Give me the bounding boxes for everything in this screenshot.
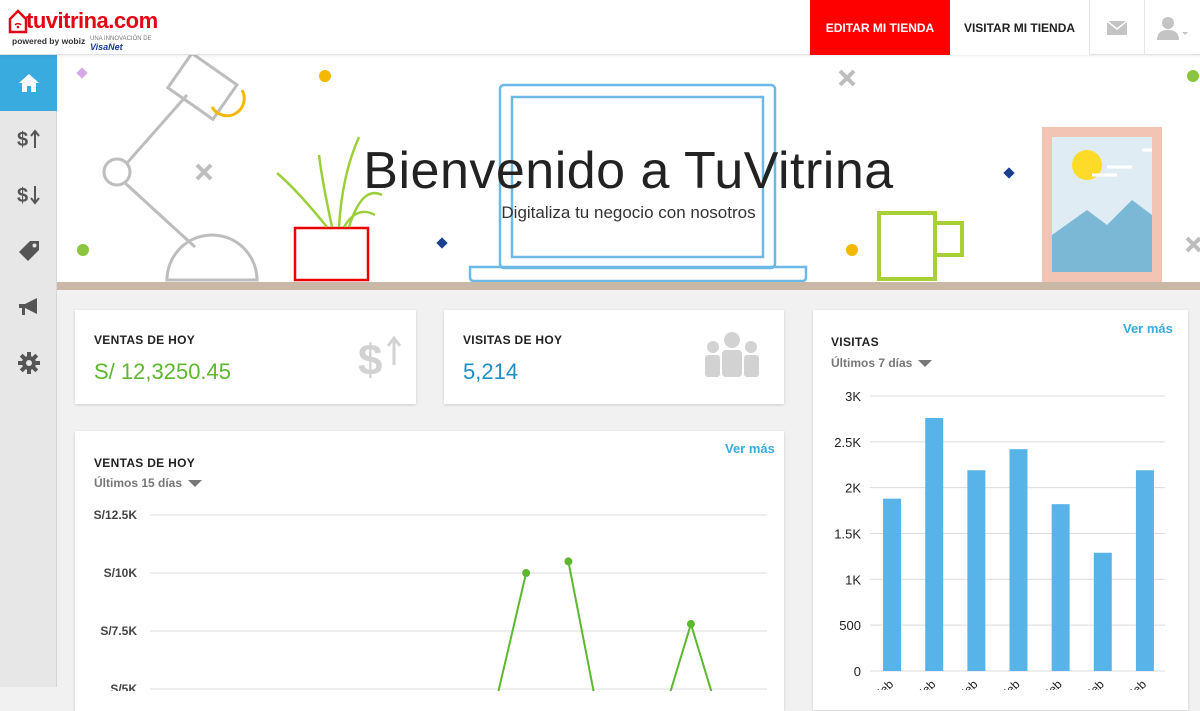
- visits-today-value: 5,214: [463, 359, 519, 384]
- y-tick-label: S/7.5K: [100, 624, 137, 638]
- people-icon: [705, 332, 759, 377]
- y-tick-label: 2K: [845, 481, 861, 496]
- gear-icon: [17, 352, 40, 374]
- data-point: [564, 557, 573, 566]
- y-tick-label: 2.5K: [834, 435, 861, 450]
- visits-today-title: VISITAS DE HOY: [463, 333, 563, 347]
- x-tick-label: Feb: [1125, 677, 1150, 690]
- x-tick-label: Feb: [872, 677, 897, 690]
- dollar-up-icon: $: [358, 335, 402, 381]
- top-bar: tuvitrina.com powered by wobiz UNA INNOV…: [0, 0, 1200, 55]
- mail-button[interactable]: [1090, 0, 1145, 55]
- sidebar-item-home[interactable]: [0, 55, 57, 111]
- sidebar-item-expenses[interactable]: $: [0, 167, 57, 223]
- sidebar-item-marketing[interactable]: [0, 279, 57, 335]
- user-icon: [1156, 16, 1188, 40]
- logo-text: tuvitrina.com: [26, 8, 158, 33]
- tag-icon: [18, 241, 39, 261]
- dollar-up-icon: $: [17, 129, 40, 151]
- x-tick-label: Feb: [998, 677, 1023, 690]
- y-tick-label: 1K: [845, 572, 861, 587]
- dollar-down-icon: $: [17, 185, 40, 207]
- y-tick-label: 500: [839, 618, 861, 633]
- y-tick-label: 1.5K: [834, 527, 861, 542]
- bar: [1135, 470, 1154, 671]
- svg-text:$: $: [358, 336, 382, 381]
- sales-today-value: S/ 12,3250.45: [94, 359, 232, 384]
- line-segment: [497, 572, 528, 691]
- welcome-title: Bienvenido a TuVitrina: [363, 142, 894, 200]
- megaphone-icon: [18, 298, 37, 315]
- sidebar-item-sales[interactable]: $: [0, 111, 57, 167]
- welcome-banner: Bienvenido a TuVitrina Digitaliza tu neg…: [57, 55, 1200, 290]
- bar: [967, 470, 986, 671]
- line-segment: [669, 623, 692, 691]
- data-point: [522, 569, 531, 577]
- x-tick-label: Feb: [914, 677, 939, 690]
- bar: [1093, 552, 1112, 671]
- data-point: [686, 620, 695, 629]
- logo-house-icon: [8, 9, 28, 34]
- line-segment: [689, 623, 713, 691]
- sales-chart-card: VENTAS DE HOY Últimos 15 días Ver más S/…: [75, 431, 784, 711]
- x-tick-label: Feb: [1040, 677, 1065, 690]
- logo[interactable]: tuvitrina.com powered by wobiz UNA INNOV…: [8, 6, 168, 52]
- visits-bar-chart: 0 500 1K 1.5K 2K 2.5K 3K Feb Feb Feb Feb Feb Feb Feb: [834, 389, 1165, 690]
- bar: [1051, 504, 1070, 671]
- y-tick-label: 0: [854, 664, 861, 679]
- svg-text:$: $: [17, 185, 28, 207]
- powered-by: powered by wobiz: [12, 36, 86, 46]
- visits-today-card[interactable]: VISITAS DE HOY 5,214: [444, 310, 784, 404]
- bar: [925, 418, 944, 671]
- x-tick-label: Feb: [956, 677, 981, 690]
- sales-today-card[interactable]: VENTAS DE HOY S/ 12,3250.45 $: [75, 310, 416, 404]
- sidebar-item-products[interactable]: [0, 223, 57, 279]
- sidebar: $ $: [0, 55, 57, 687]
- sidebar-item-settings[interactable]: [0, 335, 57, 391]
- shelf-divider: [57, 282, 1200, 290]
- bar: [883, 498, 902, 671]
- visanet-credit: UNA INNOVACIÓN DE VisaNet: [90, 36, 168, 52]
- visit-store-button[interactable]: VISITAR MI TIENDA: [950, 0, 1090, 55]
- line-segment: [567, 561, 595, 691]
- visanet-brand: VisaNet: [90, 42, 123, 52]
- user-menu-button[interactable]: [1145, 0, 1200, 55]
- mail-icon: [1106, 19, 1128, 35]
- y-tick-label: 3K: [845, 389, 861, 404]
- y-tick-label: S/12.5K: [94, 508, 138, 522]
- edit-store-button[interactable]: EDITAR MI TIENDA: [810, 0, 950, 55]
- visits-chart-card: VISITAS Últimos 7 días Ver más 0 500 1K 1.5…: [813, 310, 1188, 710]
- bar: [1009, 449, 1028, 671]
- y-tick-label: S/10K: [104, 566, 138, 580]
- welcome-subtitle: Digitaliza tu negocio con nosotros: [501, 203, 756, 222]
- sales-today-title: VENTAS DE HOY: [94, 333, 196, 347]
- home-icon: [18, 74, 39, 92]
- x-tick-label: Feb: [1082, 677, 1107, 690]
- svg-text:$: $: [17, 129, 28, 151]
- sales-line-chart: S/5KS/7.5KS/10KS/12.5K: [94, 508, 767, 691]
